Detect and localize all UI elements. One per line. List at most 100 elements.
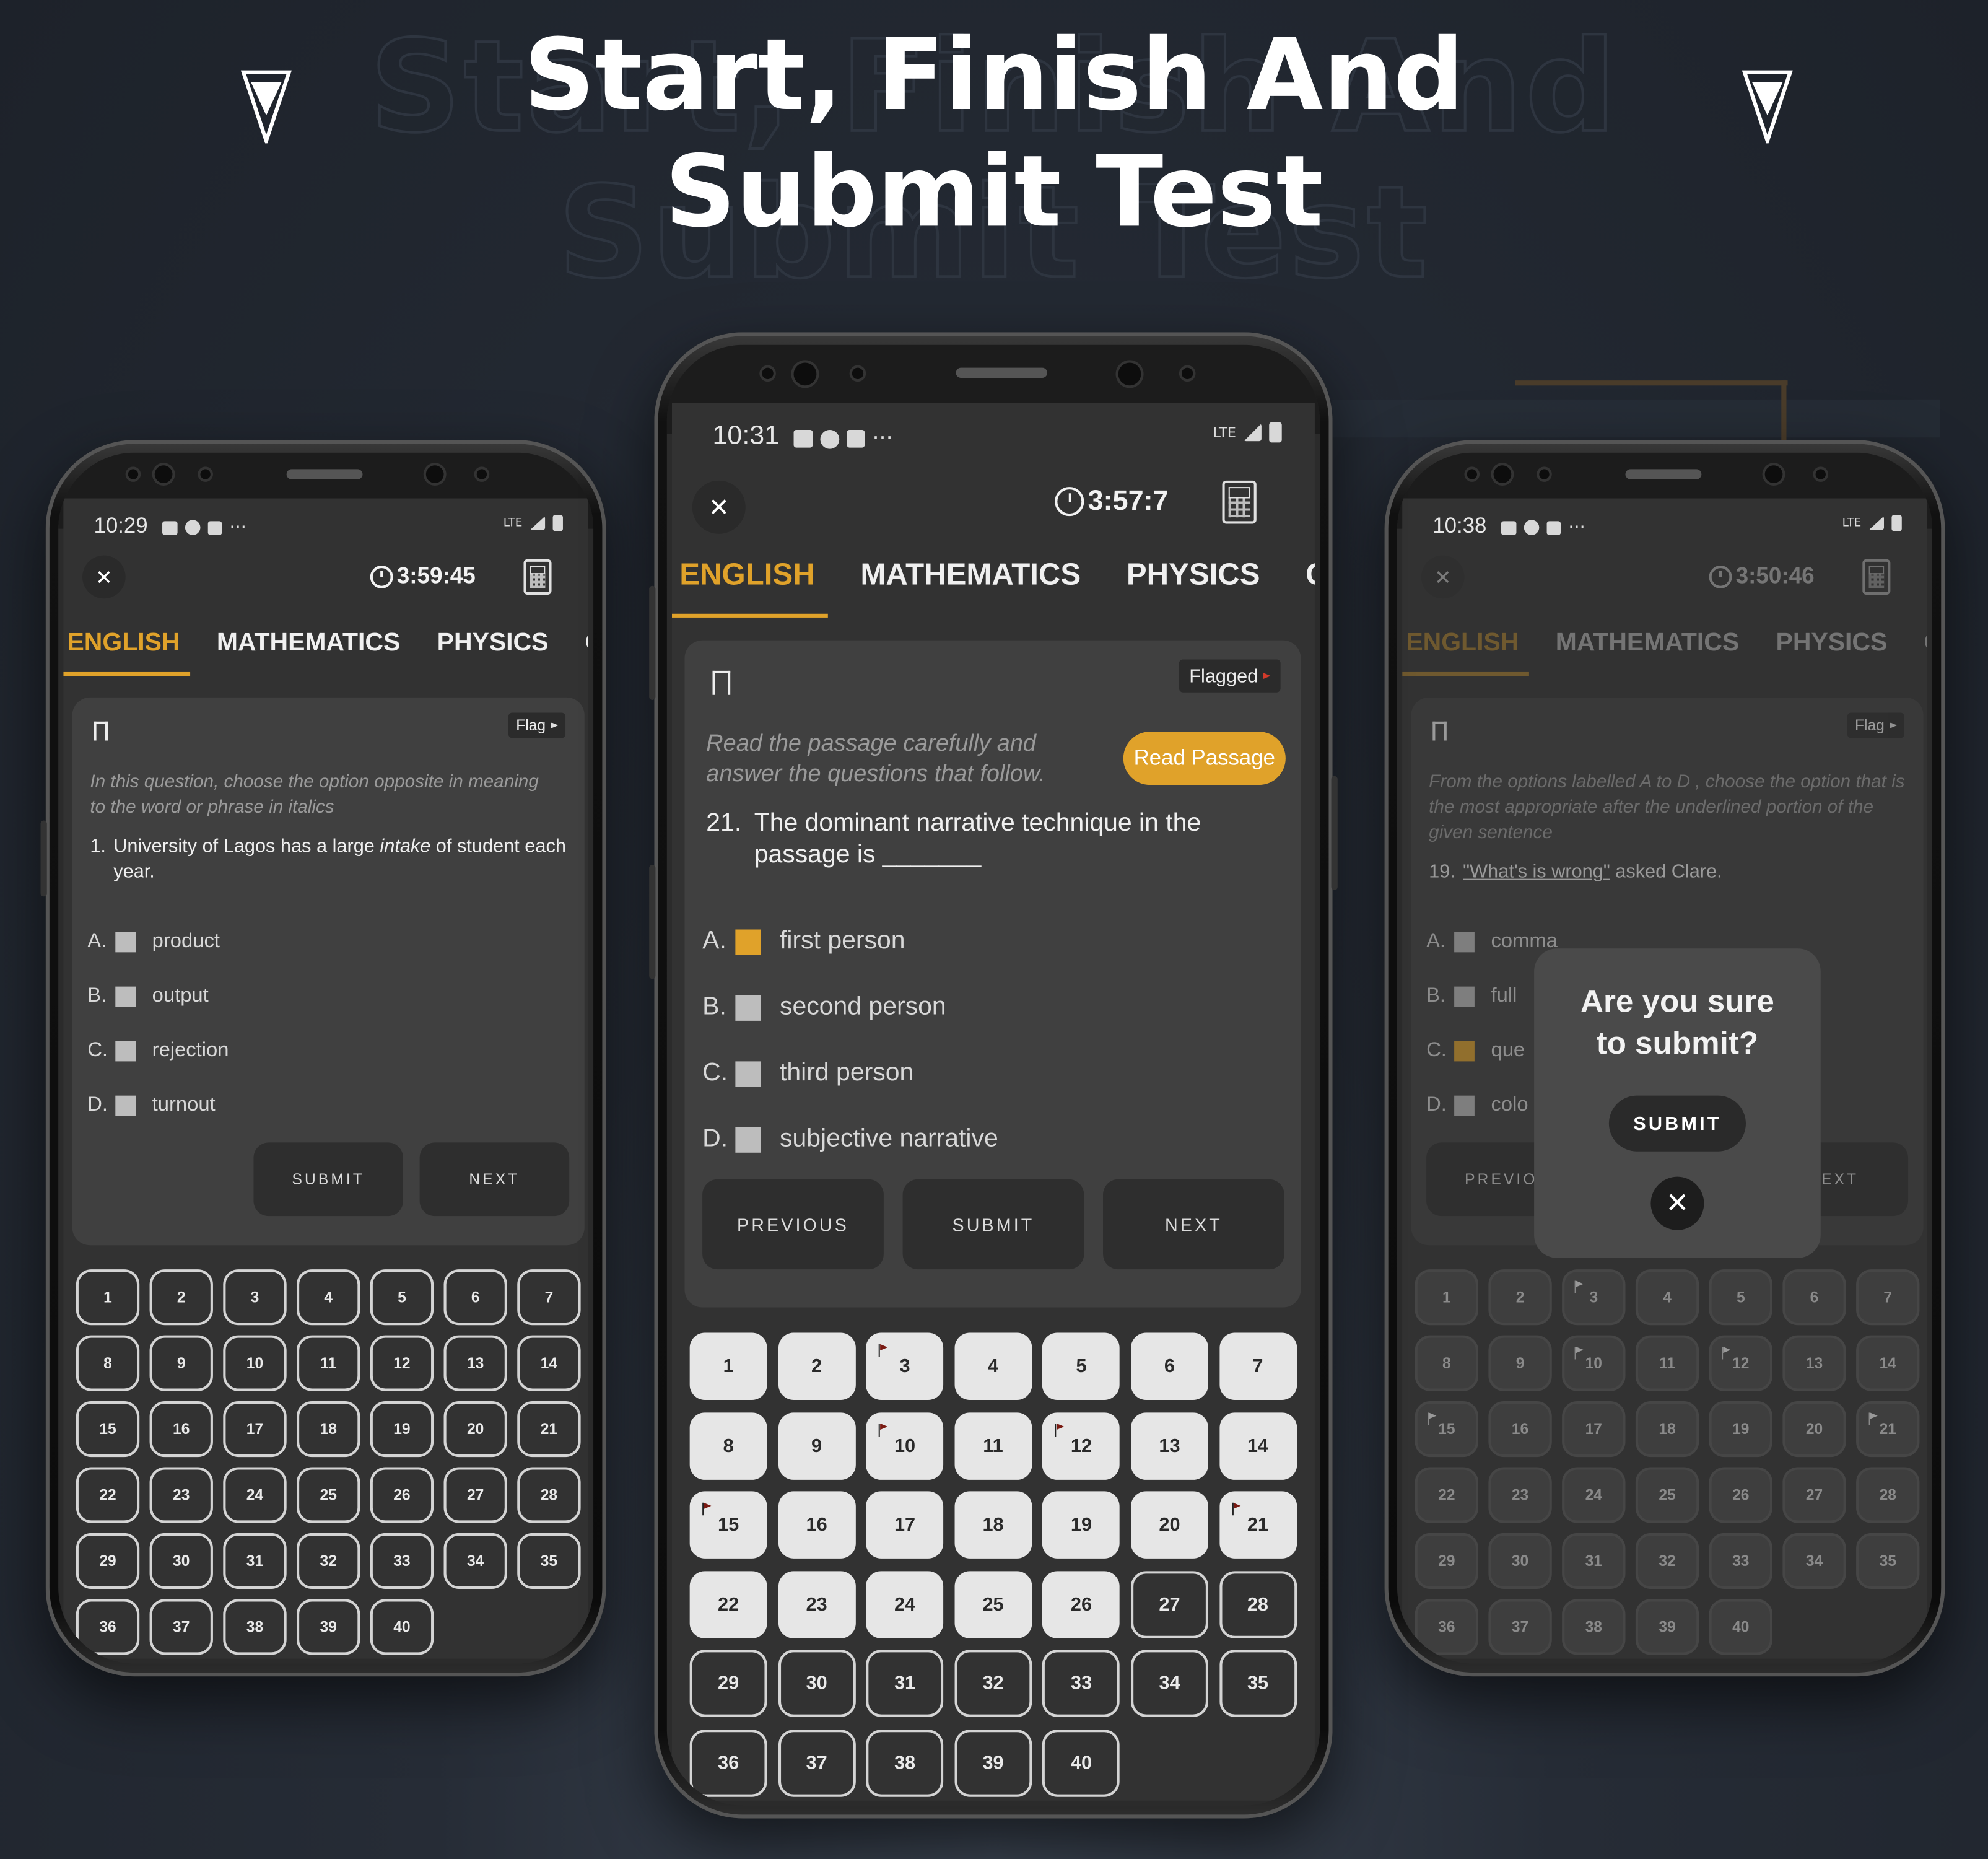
question-number-cell[interactable]: 6 — [443, 1269, 507, 1326]
question-number-cell[interactable]: 34 — [1131, 1650, 1208, 1717]
option-checkbox[interactable] — [735, 1061, 761, 1087]
question-number-cell[interactable]: 35 — [517, 1533, 581, 1589]
option-b[interactable]: B. second person — [702, 993, 946, 1022]
question-number-cell[interactable]: 9 — [778, 1412, 856, 1479]
question-number-cell[interactable]: 3 — [866, 1332, 944, 1400]
option-b[interactable]: B. output — [87, 986, 209, 1008]
option-c[interactable]: C. third person — [702, 1059, 913, 1088]
question-number-cell[interactable]: 30 — [149, 1533, 213, 1589]
tab-chemistry[interactable]: CH — [1306, 558, 1315, 593]
question-number-cell[interactable]: 1 — [76, 1269, 140, 1326]
question-number-cell[interactable]: 18 — [954, 1491, 1032, 1559]
question-number-cell[interactable]: 33 — [370, 1533, 434, 1589]
question-number-cell[interactable]: 21 — [517, 1401, 581, 1458]
question-number-cell[interactable]: 24 — [223, 1467, 287, 1523]
question-number-cell[interactable]: 2 — [778, 1332, 856, 1400]
previous-button[interactable]: PREVIOUS — [702, 1179, 884, 1270]
option-a[interactable]: A. product — [87, 931, 220, 954]
question-number-cell[interactable]: 19 — [1042, 1491, 1120, 1559]
option-a[interactable]: A. first person — [702, 927, 905, 956]
option-checkbox[interactable] — [115, 986, 136, 1007]
close-icon[interactable]: ✕ — [82, 555, 126, 599]
question-number-cell[interactable]: 7 — [1219, 1332, 1297, 1400]
dialog-submit-button[interactable]: SUBMIT — [1608, 1095, 1746, 1152]
flagged-button[interactable]: Flagged — [1179, 659, 1281, 693]
question-number-cell[interactable]: 18 — [297, 1401, 360, 1458]
question-number-cell[interactable]: 40 — [1042, 1729, 1120, 1796]
question-number-cell[interactable]: 16 — [149, 1401, 213, 1458]
next-button[interactable]: NEXT — [419, 1142, 570, 1217]
tab-chemistry[interactable]: CH — [585, 629, 588, 658]
question-number-cell[interactable]: 32 — [297, 1533, 360, 1589]
question-number-cell[interactable]: 23 — [149, 1467, 213, 1523]
tab-physics[interactable]: PHYSICS — [437, 629, 549, 658]
question-number-cell[interactable]: 25 — [954, 1570, 1032, 1638]
question-number-cell[interactable]: 9 — [149, 1335, 213, 1391]
question-number-cell[interactable]: 4 — [954, 1332, 1032, 1400]
question-number-cell[interactable]: 11 — [297, 1335, 360, 1391]
question-number-cell[interactable]: 16 — [778, 1491, 856, 1559]
question-number-cell[interactable]: 21 — [1219, 1491, 1297, 1559]
question-number-cell[interactable]: 17 — [223, 1401, 287, 1458]
question-number-cell[interactable]: 27 — [1131, 1570, 1208, 1638]
question-number-cell[interactable]: 23 — [778, 1570, 856, 1638]
question-number-cell[interactable]: 32 — [954, 1650, 1032, 1717]
question-number-cell[interactable]: 13 — [1131, 1412, 1208, 1479]
question-number-cell[interactable]: 3 — [223, 1269, 287, 1326]
question-number-cell[interactable]: 15 — [76, 1401, 140, 1458]
question-number-cell[interactable]: 22 — [689, 1570, 767, 1638]
question-number-cell[interactable]: 28 — [517, 1467, 581, 1523]
flag-button[interactable]: Flag — [508, 712, 566, 738]
question-number-cell[interactable]: 8 — [689, 1412, 767, 1479]
option-c[interactable]: C. rejection — [87, 1040, 229, 1063]
question-number-cell[interactable]: 14 — [517, 1335, 581, 1391]
question-number-cell[interactable]: 12 — [1042, 1412, 1120, 1479]
question-number-cell[interactable]: 37 — [778, 1729, 856, 1796]
option-d[interactable]: D. subjective narrative — [702, 1125, 998, 1154]
question-number-cell[interactable]: 37 — [149, 1599, 213, 1655]
bookmark-icon[interactable] — [94, 721, 108, 741]
close-icon[interactable]: ✕ — [692, 480, 746, 534]
tab-mathematics[interactable]: MATHEMATICS — [217, 629, 400, 658]
option-checkbox[interactable] — [735, 1126, 761, 1152]
question-number-cell[interactable]: 4 — [297, 1269, 360, 1326]
option-d[interactable]: D. turnout — [87, 1095, 216, 1118]
question-number-cell[interactable]: 24 — [866, 1570, 944, 1638]
question-number-cell[interactable]: 2 — [149, 1269, 213, 1326]
question-number-cell[interactable]: 38 — [223, 1599, 287, 1655]
question-number-cell[interactable]: 38 — [866, 1729, 944, 1796]
option-checkbox[interactable] — [735, 994, 761, 1020]
question-number-cell[interactable]: 1 — [689, 1332, 767, 1400]
next-button[interactable]: NEXT — [1103, 1179, 1284, 1270]
question-number-cell[interactable]: 34 — [443, 1533, 507, 1589]
question-number-cell[interactable]: 6 — [1131, 1332, 1208, 1400]
read-passage-button[interactable]: Read Passage — [1123, 732, 1286, 785]
option-checkbox[interactable] — [115, 932, 136, 953]
question-number-cell[interactable]: 12 — [370, 1335, 434, 1391]
calculator-icon[interactable] — [1222, 480, 1257, 524]
question-number-cell[interactable]: 22 — [76, 1467, 140, 1523]
question-number-cell[interactable]: 7 — [517, 1269, 581, 1326]
question-number-cell[interactable]: 29 — [76, 1533, 140, 1589]
question-number-cell[interactable]: 10 — [223, 1335, 287, 1391]
question-number-cell[interactable]: 26 — [1042, 1570, 1120, 1638]
question-number-cell[interactable]: 14 — [1219, 1412, 1297, 1479]
question-number-cell[interactable]: 10 — [866, 1412, 944, 1479]
question-number-cell[interactable]: 27 — [443, 1467, 507, 1523]
question-number-cell[interactable]: 13 — [443, 1335, 507, 1391]
submit-button[interactable]: SUBMIT — [253, 1142, 404, 1217]
bookmark-icon[interactable] — [712, 670, 731, 695]
option-checkbox[interactable] — [115, 1041, 136, 1062]
question-number-cell[interactable]: 20 — [1131, 1491, 1208, 1559]
submit-button[interactable]: SUBMIT — [902, 1179, 1084, 1270]
question-number-cell[interactable]: 8 — [76, 1335, 140, 1391]
dialog-close-icon[interactable]: ✕ — [1650, 1176, 1704, 1230]
tab-mathematics[interactable]: MATHEMATICS — [860, 558, 1081, 593]
question-number-cell[interactable]: 39 — [954, 1729, 1032, 1796]
question-number-cell[interactable]: 17 — [866, 1491, 944, 1559]
tab-english[interactable]: ENGLISH — [68, 629, 180, 658]
tab-english[interactable]: ENGLISH — [679, 558, 814, 593]
option-checkbox[interactable] — [115, 1095, 136, 1116]
question-number-cell[interactable]: 15 — [689, 1491, 767, 1559]
question-number-cell[interactable]: 11 — [954, 1412, 1032, 1479]
